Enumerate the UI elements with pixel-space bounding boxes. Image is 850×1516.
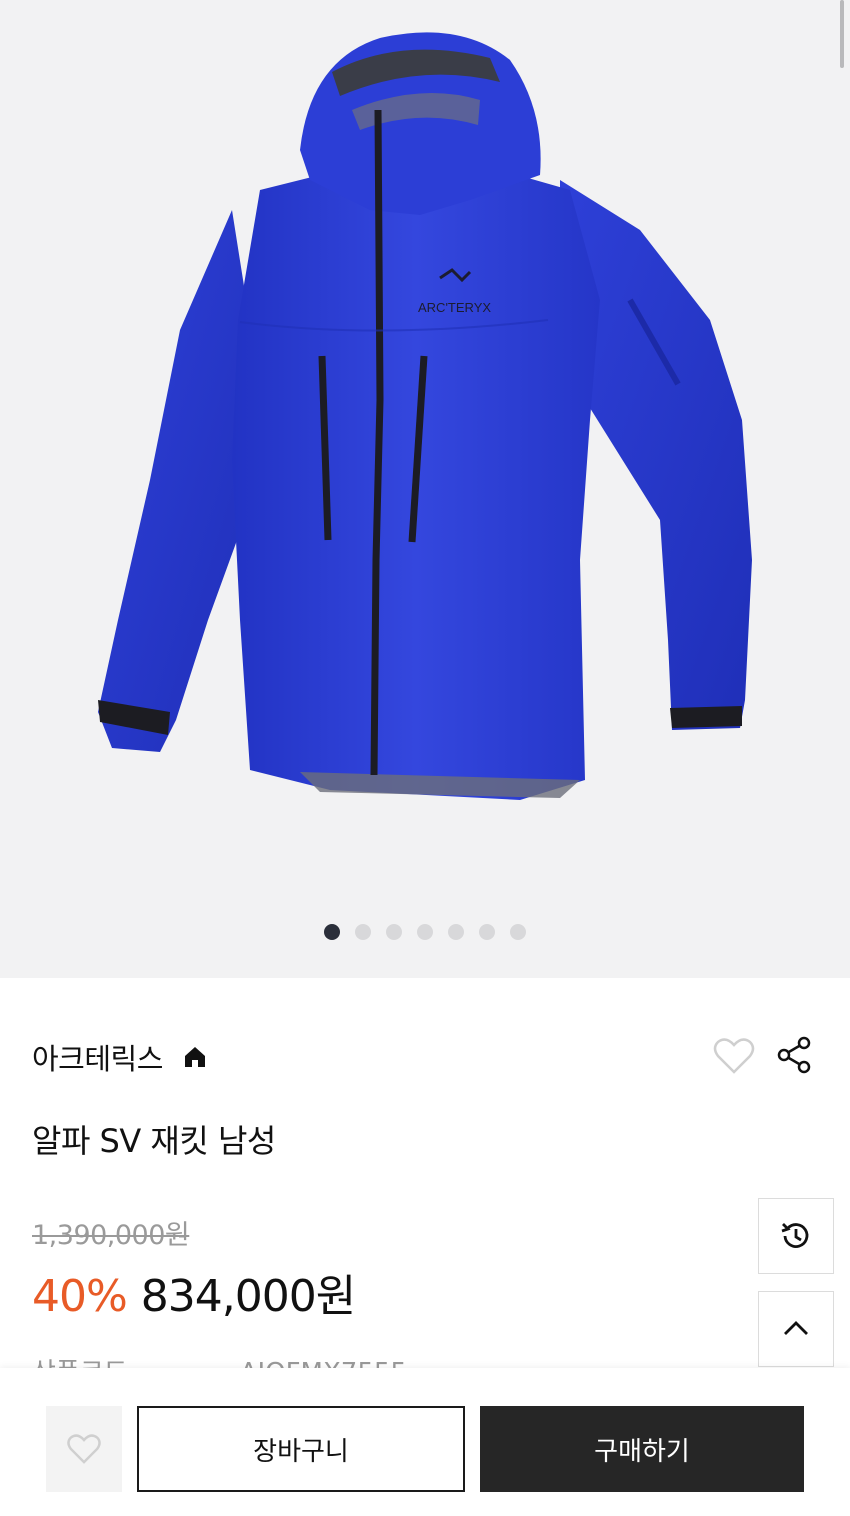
- history-icon: [781, 1223, 809, 1248]
- carousel-dot[interactable]: [448, 924, 464, 940]
- heart-icon[interactable]: [712, 1034, 756, 1078]
- carousel-dot[interactable]: [417, 924, 433, 940]
- product-image-carousel[interactable]: ARC'TERYX: [0, 0, 850, 978]
- share-icon[interactable]: [774, 1034, 816, 1076]
- brand-name[interactable]: 아크테릭스: [32, 1036, 163, 1078]
- carousel-dot[interactable]: [479, 924, 495, 940]
- carousel-indicator: [0, 924, 850, 940]
- original-price: 1,390,000원: [32, 1220, 190, 1251]
- heart-icon: [67, 1434, 101, 1464]
- carousel-dot[interactable]: [355, 924, 371, 940]
- scroll-top-button[interactable]: [758, 1291, 834, 1367]
- product-image: ARC'TERYX: [98, 32, 752, 800]
- home-icon[interactable]: [181, 1043, 209, 1071]
- brand-row: 아크테릭스: [32, 1036, 209, 1078]
- carousel-dot[interactable]: [510, 924, 526, 940]
- recently-viewed-button[interactable]: [758, 1198, 834, 1274]
- carousel-dot[interactable]: [324, 924, 340, 940]
- product-title: 알파 SV 재킷 남성: [32, 1122, 276, 1160]
- sale-price: 834,000원: [140, 1271, 356, 1322]
- product-code-value: AJOFMX7555: [240, 1358, 407, 1368]
- carousel-dot[interactable]: [386, 924, 402, 940]
- brand-logo-text: ARC'TERYX: [418, 300, 491, 315]
- wishlist-button[interactable]: [46, 1406, 122, 1492]
- scrollbar[interactable]: [840, 0, 844, 68]
- chevron-up-icon: [784, 1321, 808, 1335]
- discount-rate: 40%: [32, 1271, 128, 1322]
- product-detail-page: ARC'TERYX 아크테릭스 알파 SV 재킷 남성 1,390,000원 4…: [0, 0, 850, 1516]
- product-code-row: 상품코드 AJOFMX7555: [32, 1352, 632, 1368]
- add-to-cart-button[interactable]: 장바구니: [137, 1406, 465, 1492]
- price-row: 40% 834,000원: [32, 1260, 356, 1324]
- product-code-label: 상품코드: [32, 1352, 128, 1368]
- buy-now-button[interactable]: 구매하기: [480, 1406, 804, 1492]
